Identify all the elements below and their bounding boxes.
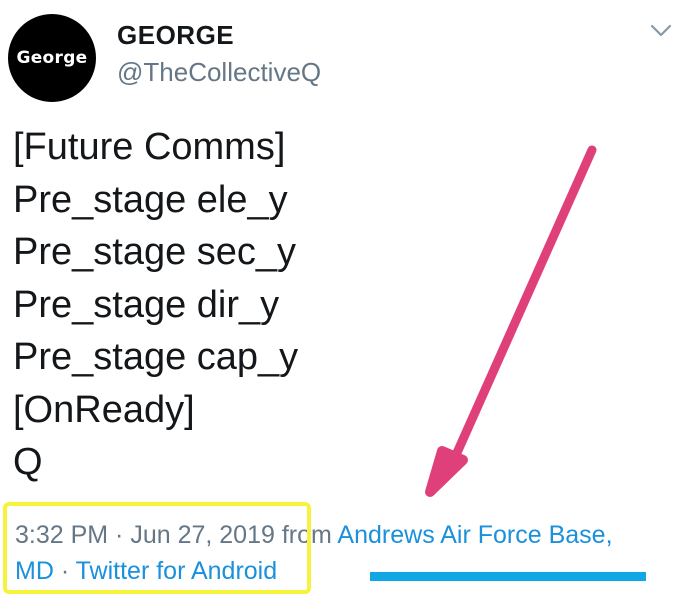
tweet-line: [OnReady] (13, 388, 195, 431)
tweet-line: Pre_stage dir_y (13, 283, 280, 326)
annotation-underline (370, 572, 646, 581)
avatar[interactable]: George (8, 14, 96, 102)
tweet-line: Pre_stage ele_y (13, 178, 288, 221)
tweet-line: Q (13, 441, 43, 483)
tweet-line: Pre_stage sec_y (13, 231, 297, 273)
tweet-text: [Future Comms] Pre_stage ele_y Pre_stage… (13, 121, 298, 489)
chevron-down-icon[interactable] (650, 24, 672, 38)
tweet-line: [Future Comms] (13, 126, 286, 168)
avatar-text: George (16, 48, 88, 68)
tweet-line: Pre_stage cap_y (13, 336, 299, 378)
annotation-highlight-box (3, 502, 311, 594)
display-name[interactable]: GEORGE (117, 20, 234, 51)
tweet-location-link[interactable]: Andrews Air Force Base, (337, 521, 612, 549)
user-handle[interactable]: @TheCollectiveQ (117, 57, 321, 88)
